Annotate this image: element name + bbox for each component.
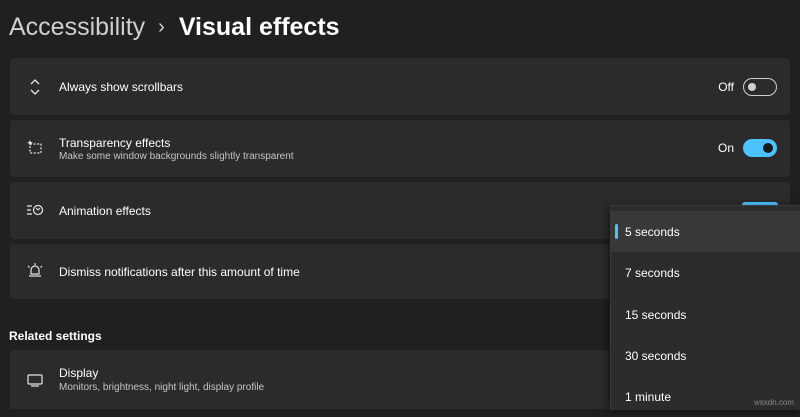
scrollbar-arrows-icon xyxy=(25,77,45,97)
dropdown-option[interactable]: 30 seconds xyxy=(611,335,800,376)
breadcrumb-parent-link[interactable]: Accessibility xyxy=(9,13,145,42)
dropdown-option[interactable]: 15 seconds xyxy=(611,294,800,335)
dropdown-option-selected[interactable]: 5 seconds xyxy=(611,211,800,252)
setting-title: Always show scrollbars xyxy=(59,80,184,94)
option-label: 15 seconds xyxy=(625,307,687,322)
animation-icon xyxy=(25,200,45,220)
scrollbars-toggle[interactable] xyxy=(743,78,777,96)
option-label: 1 minute xyxy=(625,389,672,404)
scrollbars-toggle-group: Off xyxy=(718,78,777,96)
related-item-description: Monitors, brightness, night light, displ… xyxy=(59,382,265,393)
transparency-icon xyxy=(25,138,45,158)
toggle-state-label: Off xyxy=(718,80,734,94)
toggle-knob xyxy=(763,143,773,153)
option-label: 30 seconds xyxy=(625,348,687,363)
setting-title: Transparency effects xyxy=(59,136,171,150)
setting-card-transparency: Transparency effects Make some window ba… xyxy=(10,120,790,177)
related-settings-heading: Related settings xyxy=(9,329,102,343)
toggle-knob xyxy=(748,82,756,91)
setting-title: Dismiss notifications after this amount … xyxy=(59,265,300,279)
setting-card-scrollbars: Always show scrollbars Off xyxy=(10,58,790,115)
dropdown-option[interactable]: 1 minute xyxy=(611,376,800,417)
dismiss-time-dropdown: 5 seconds 7 seconds 15 seconds 30 second… xyxy=(610,205,800,410)
toggle-state-label: On xyxy=(717,141,734,155)
breadcrumb: Accessibility › Visual effects xyxy=(9,10,340,44)
selection-indicator xyxy=(615,224,618,239)
option-label: 7 seconds xyxy=(625,265,680,280)
monitor-icon xyxy=(25,370,45,390)
watermark: wsxdn.com xyxy=(753,398,794,407)
page-title: Visual effects xyxy=(178,12,340,41)
transparency-toggle[interactable] xyxy=(743,139,777,157)
setting-title: Animation effects xyxy=(59,204,151,218)
setting-description: Make some window backgrounds slightly tr… xyxy=(59,151,294,162)
related-item-title: Display xyxy=(59,366,99,380)
dropdown-option[interactable]: 7 seconds xyxy=(611,252,800,293)
notification-timer-icon xyxy=(25,261,45,281)
breadcrumb-separator: › xyxy=(158,15,165,38)
option-label: 5 seconds xyxy=(625,224,680,239)
transparency-toggle-group: On xyxy=(718,139,777,157)
